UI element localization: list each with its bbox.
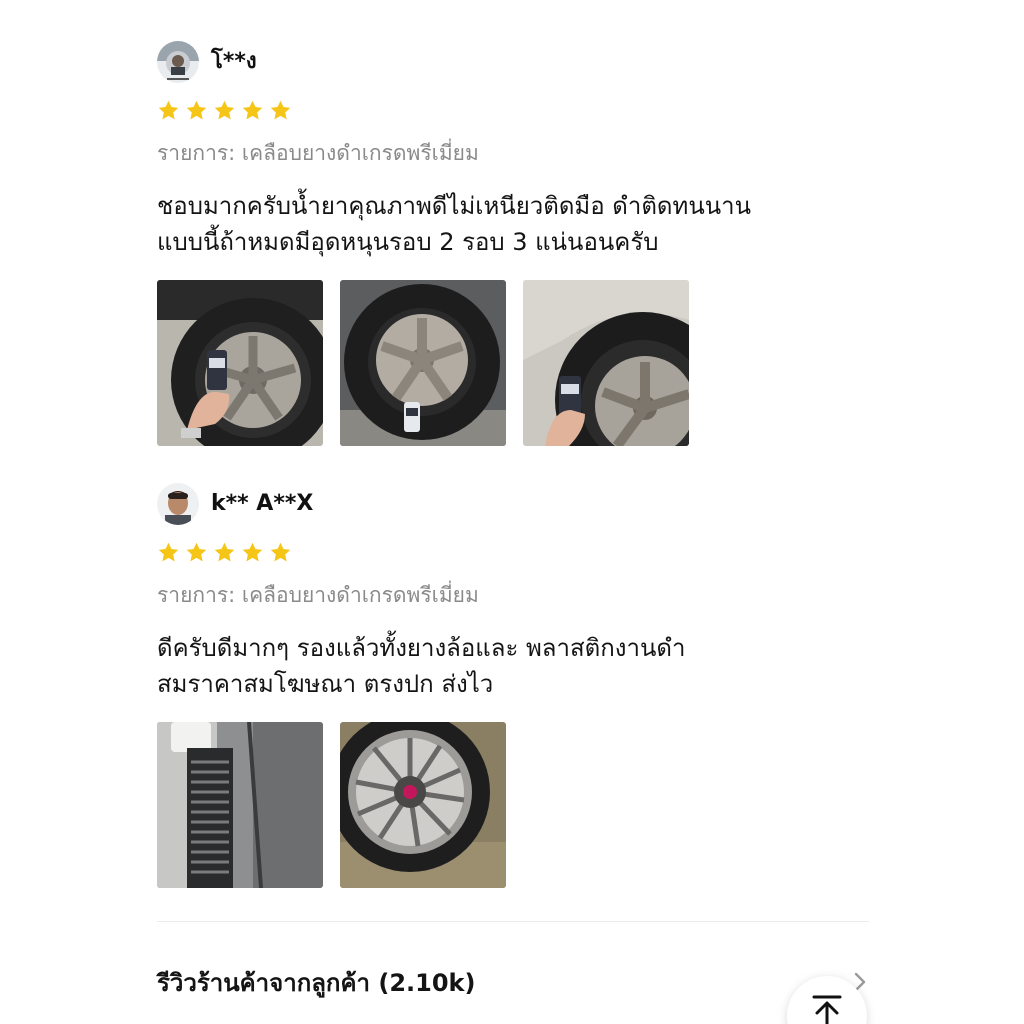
reviewer-header: โ**ง [157,40,869,84]
avatar[interactable] [157,41,199,83]
review-comment: ดีครับดีมากๆ รองแล้วทั้งยางล้อและ พลาสติ… [157,630,869,702]
review-photo[interactable] [340,280,506,446]
star-icon [270,100,291,119]
star-rating [157,540,869,564]
star-icon [214,542,235,561]
review-photos [157,280,869,446]
star-icon [158,100,179,119]
star-icon [214,100,235,119]
comment-line: สมราคาสมโฆษณา ตรงปก ส่งไว [157,670,494,698]
back-to-top-icon [812,995,842,1024]
review-photos [157,722,869,888]
avatar[interactable] [157,483,199,525]
shop-reviews-link[interactable]: รีวิวร้านค้าจากลูกค้า (2.10k) [157,958,869,1006]
star-rating [157,98,869,122]
comment-line: ชอบมากครับน้ำยาคุณภาพดีไม่เหนียวติดมือ ด… [157,192,752,220]
comment-line: ดีครับดีมากๆ รองแล้วทั้งยางล้อและ พลาสติ… [157,634,686,662]
review-photo[interactable] [523,280,689,446]
star-icon [186,100,207,119]
review-comment: ชอบมากครับน้ำยาคุณภาพดีไม่เหนียวติดมือ ด… [157,188,869,260]
review-photo[interactable] [340,722,506,888]
star-icon [186,542,207,561]
review-photo[interactable] [157,722,323,888]
review-card: k** A**X รายการ: เคลือบยางดำเกรดพรีเมี่ย… [157,482,869,888]
star-icon [158,542,179,561]
section-divider [157,921,869,922]
review-photo[interactable] [157,280,323,446]
reviews-page: โ**ง รายการ: เคลือบยางดำเกรดพรีเมี่ยม ชอ… [0,0,1024,1024]
star-icon [270,542,291,561]
star-icon [242,100,263,119]
item-variant-label: รายการ: เคลือบยางดำเกรดพรีเมี่ยม [157,141,479,165]
reviewer-name: โ**ง [211,49,257,74]
comment-line: แบบนี้ถ้าหมดมีอุดหนุนรอบ 2 รอบ 3 แน่นอนค… [157,228,659,256]
review-card: โ**ง รายการ: เคลือบยางดำเกรดพรีเมี่ยม ชอ… [157,40,869,446]
reviewer-name: k** A**X [211,491,314,516]
reviewer-header: k** A**X [157,482,869,526]
star-icon [242,542,263,561]
shop-reviews-title: รีวิวร้านค้าจากลูกค้า (2.10k) [157,968,476,997]
item-variant-label: รายการ: เคลือบยางดำเกรดพรีเมี่ยม [157,583,479,607]
